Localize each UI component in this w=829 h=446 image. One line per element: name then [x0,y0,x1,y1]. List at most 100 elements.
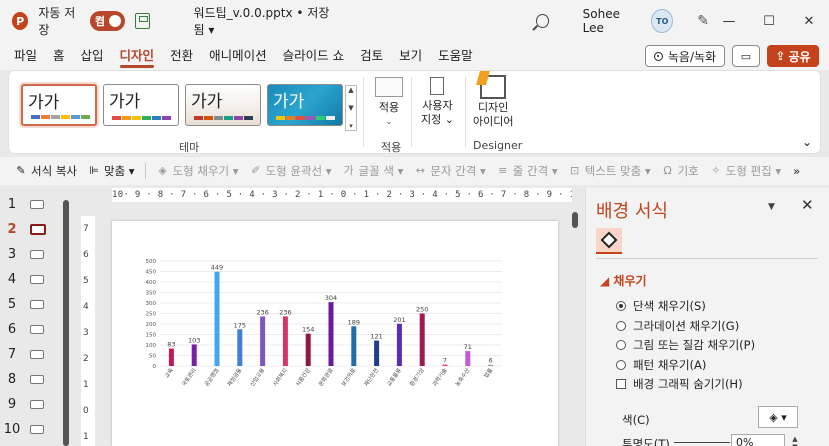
fill-tab[interactable] [596,228,622,254]
fill-option-1[interactable]: 그라데이션 채우기(G) [616,318,739,334]
y-tick-label: 450 [146,270,157,276]
fill-radio[interactable] [616,320,626,331]
transparency-spinner[interactable]: ▲▼ [788,434,802,446]
minimize-button[interactable]: — [709,0,749,42]
maximize-button[interactable]: ☐ [749,0,789,42]
theme-two[interactable]: 가가 [103,84,179,126]
toolbar-item-9[interactable]: ✧ 도형 편집 ▾ [709,163,781,179]
toolbar-more-icon[interactable]: » [793,164,800,178]
document-title[interactable]: 워드팁_v.0.0.pptx • 저장됨 ▾ [194,4,336,38]
toolbar-item-2[interactable]: ◈ 도형 채우기 ▾ [156,163,238,179]
apply-size-button[interactable]: 적용 ⌄ [375,77,403,129]
y-tick-label: 300 [146,301,157,307]
chevron-down-icon: ⌄ [385,117,393,127]
data-label: 154 [302,326,314,334]
fill-radio[interactable] [616,340,626,350]
paint-bucket-icon [600,231,618,249]
designer-label-1: 디자인 [478,101,509,114]
toolbar-item-6[interactable]: ≡ 줄 간격 ▾ [496,163,557,179]
toolbar-item-1[interactable]: ⊫ 맞춤 ▾ [87,163,134,179]
avatar[interactable]: ТО [651,9,674,33]
menu-tab-6[interactable]: 슬라이드 쇼 [275,42,352,70]
line-spacing-icon: ≡ [498,164,508,177]
fill-section-header[interactable]: ◢ 채우기 [600,272,647,289]
toolbar-item-8[interactable]: Ω 기호 [661,163,698,179]
minimize-icon: — [722,13,736,29]
slide-thumbnail[interactable]: 7 [0,344,62,364]
comment-button[interactable]: ▭ [732,45,760,67]
slide-canvas[interactable]: 0 50 100 150 200 250 300 350 400 450 500 83 교육 103 국토관… [112,221,558,446]
slide-thumbnail[interactable]: 1 [0,194,62,214]
menu-tab-3[interactable]: 디자인 [112,42,163,70]
pane-options-icon[interactable]: ▼ [768,202,775,212]
autosave-state: 켬 [94,15,106,28]
slide-thumbnail[interactable]: 4 [0,269,62,289]
pen-icon[interactable]: ✎ [697,13,709,29]
x-tick-label: 식품건강 [294,367,312,388]
menu-tab-5[interactable]: 애니메이션 [201,42,275,70]
close-button[interactable]: ✕ [789,0,829,42]
menu-tab-2[interactable]: 삽입 [73,42,112,70]
fill-icon: ◈ [158,164,167,177]
theme-four[interactable]: 가가 [267,84,343,126]
fill-option-2[interactable]: 그림 또는 질감 채우기(P) [616,337,755,353]
record-label: 녹음/녹화 [667,49,717,64]
menu-tab-0[interactable]: 파일 [6,42,45,70]
record-button[interactable]: 녹음/녹화 [645,45,725,67]
ruler-tick: 4 [83,302,89,312]
collapse-ribbon-icon[interactable]: ⌄ [802,135,812,149]
color-picker-button[interactable]: ◈ ▾ [758,406,798,428]
design-ideas-button[interactable]: 디자인 아이디어 [473,75,513,129]
theme-gallery-scroll[interactable]: ▲ ▼ ▾ [345,85,357,131]
hide-graphics-checkbox[interactable] [616,379,626,389]
brush-icon: ✎ [16,164,26,177]
data-label: 201 [393,316,405,324]
bar [191,344,197,366]
fill-radio[interactable] [616,359,626,370]
toolbar-item-0[interactable]: ✎ 서식 복사 [14,163,77,179]
menu-tab-1[interactable]: 홈 [45,42,73,70]
thumbnail-scrollbar[interactable] [63,200,69,446]
share-button[interactable]: ⇪ 공유 [767,45,819,67]
slide-number: 8 [7,371,17,387]
data-label: 103 [188,336,200,344]
x-tick-label: 보건의료 [340,367,357,388]
autosave-toggle[interactable]: 켬 [89,11,125,31]
slide-preview [30,374,44,384]
slide-thumbnail[interactable]: 8 [0,369,62,389]
theme-office[interactable]: 가가 [21,84,97,126]
user-name[interactable]: Sohee Lee [583,7,640,35]
menu-tab-4[interactable]: 전환 [162,42,201,70]
toolbar-item-7[interactable]: ⊡ 텍스트 맞춤 ▾ [568,163,651,179]
slide-thumbnail[interactable]: 9 [0,394,62,414]
theme-sample-text: 가가 [109,92,141,112]
workspace-scrollbar[interactable] [572,212,578,228]
menu-tab-9[interactable]: 도움말 [430,42,481,70]
slide-thumbnail[interactable]: 2 [0,219,62,239]
theme-three[interactable]: 가가 [185,84,261,126]
save-icon[interactable] [134,13,150,29]
designer-icon [480,75,507,99]
y-tick-label: 250 [146,312,157,318]
custom-format-button[interactable]: 사용자 지정 ⌄ [421,77,454,127]
toolbar-item-5[interactable]: ↔ 문자 간격 ▾ [413,163,486,179]
bar-chart[interactable]: 0 50 100 150 200 250 300 350 400 450 500 83 교육 103 국토관… [112,221,558,446]
fill-radio[interactable] [616,301,626,311]
custom-label-1: 사용자 [422,99,453,112]
apply-group-label: 적용 [381,141,402,154]
transparency-slider[interactable] [674,442,730,443]
slide-thumbnail[interactable]: 6 [0,319,62,339]
fill-option-0[interactable]: 단색 채우기(S) [616,298,706,314]
slide-thumbnail[interactable]: 3 [0,244,62,264]
pane-close-icon[interactable]: ✕ [801,196,814,214]
search-icon[interactable] [535,14,549,28]
hide-background-graphics-option[interactable]: 배경 그래픽 숨기기(H) [616,376,743,392]
toolbar-item-4[interactable]: 가 글꼴 색 ▾ [342,163,403,179]
toolbar-item-3[interactable]: ✐ 도형 윤곽선 ▾ [249,163,332,179]
fill-option-3[interactable]: 패턴 채우기(A) [616,357,706,373]
slide-thumbnail[interactable]: 5 [0,294,62,314]
menu-tab-7[interactable]: 검토 [352,42,391,70]
menu-tab-8[interactable]: 보기 [391,42,430,70]
transparency-input[interactable]: 0% [731,434,785,446]
slide-thumbnail[interactable]: 10 [0,419,62,439]
